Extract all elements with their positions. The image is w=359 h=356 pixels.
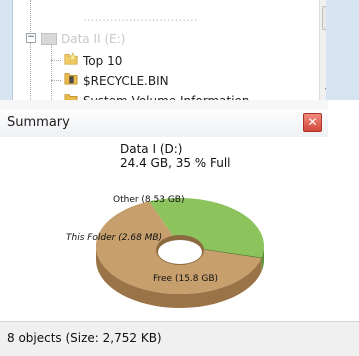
chart-label-free: Free (15.8 GB) [153,274,219,284]
chart-label-other: Other (8.53 GB) [113,195,185,205]
status-text: 8 objects (Size: 2,752 KB) [7,331,162,345]
window: .............................. − Data II… [0,0,359,356]
status-bar: 8 objects (Size: 2,752 KB) [0,321,359,356]
chart-label-this-folder: This Folder (2.68 MB) [66,233,163,243]
usage-pie-chart [95,198,264,309]
pie-hole [158,240,202,264]
